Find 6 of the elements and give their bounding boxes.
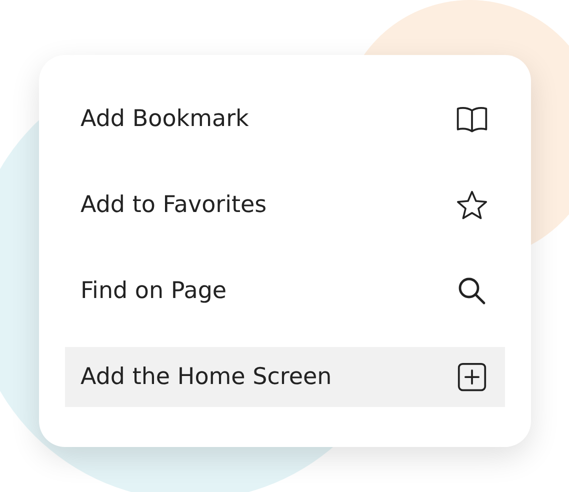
menu-item[interactable]: Add the Home Screen [64, 347, 504, 407]
menu-item[interactable]: Add to Favorites [64, 175, 504, 235]
star-icon [454, 190, 488, 220]
book-icon [454, 104, 488, 134]
menu-item[interactable]: Add Bookmark [64, 89, 504, 149]
menu-item[interactable]: Find on Page [64, 261, 504, 321]
